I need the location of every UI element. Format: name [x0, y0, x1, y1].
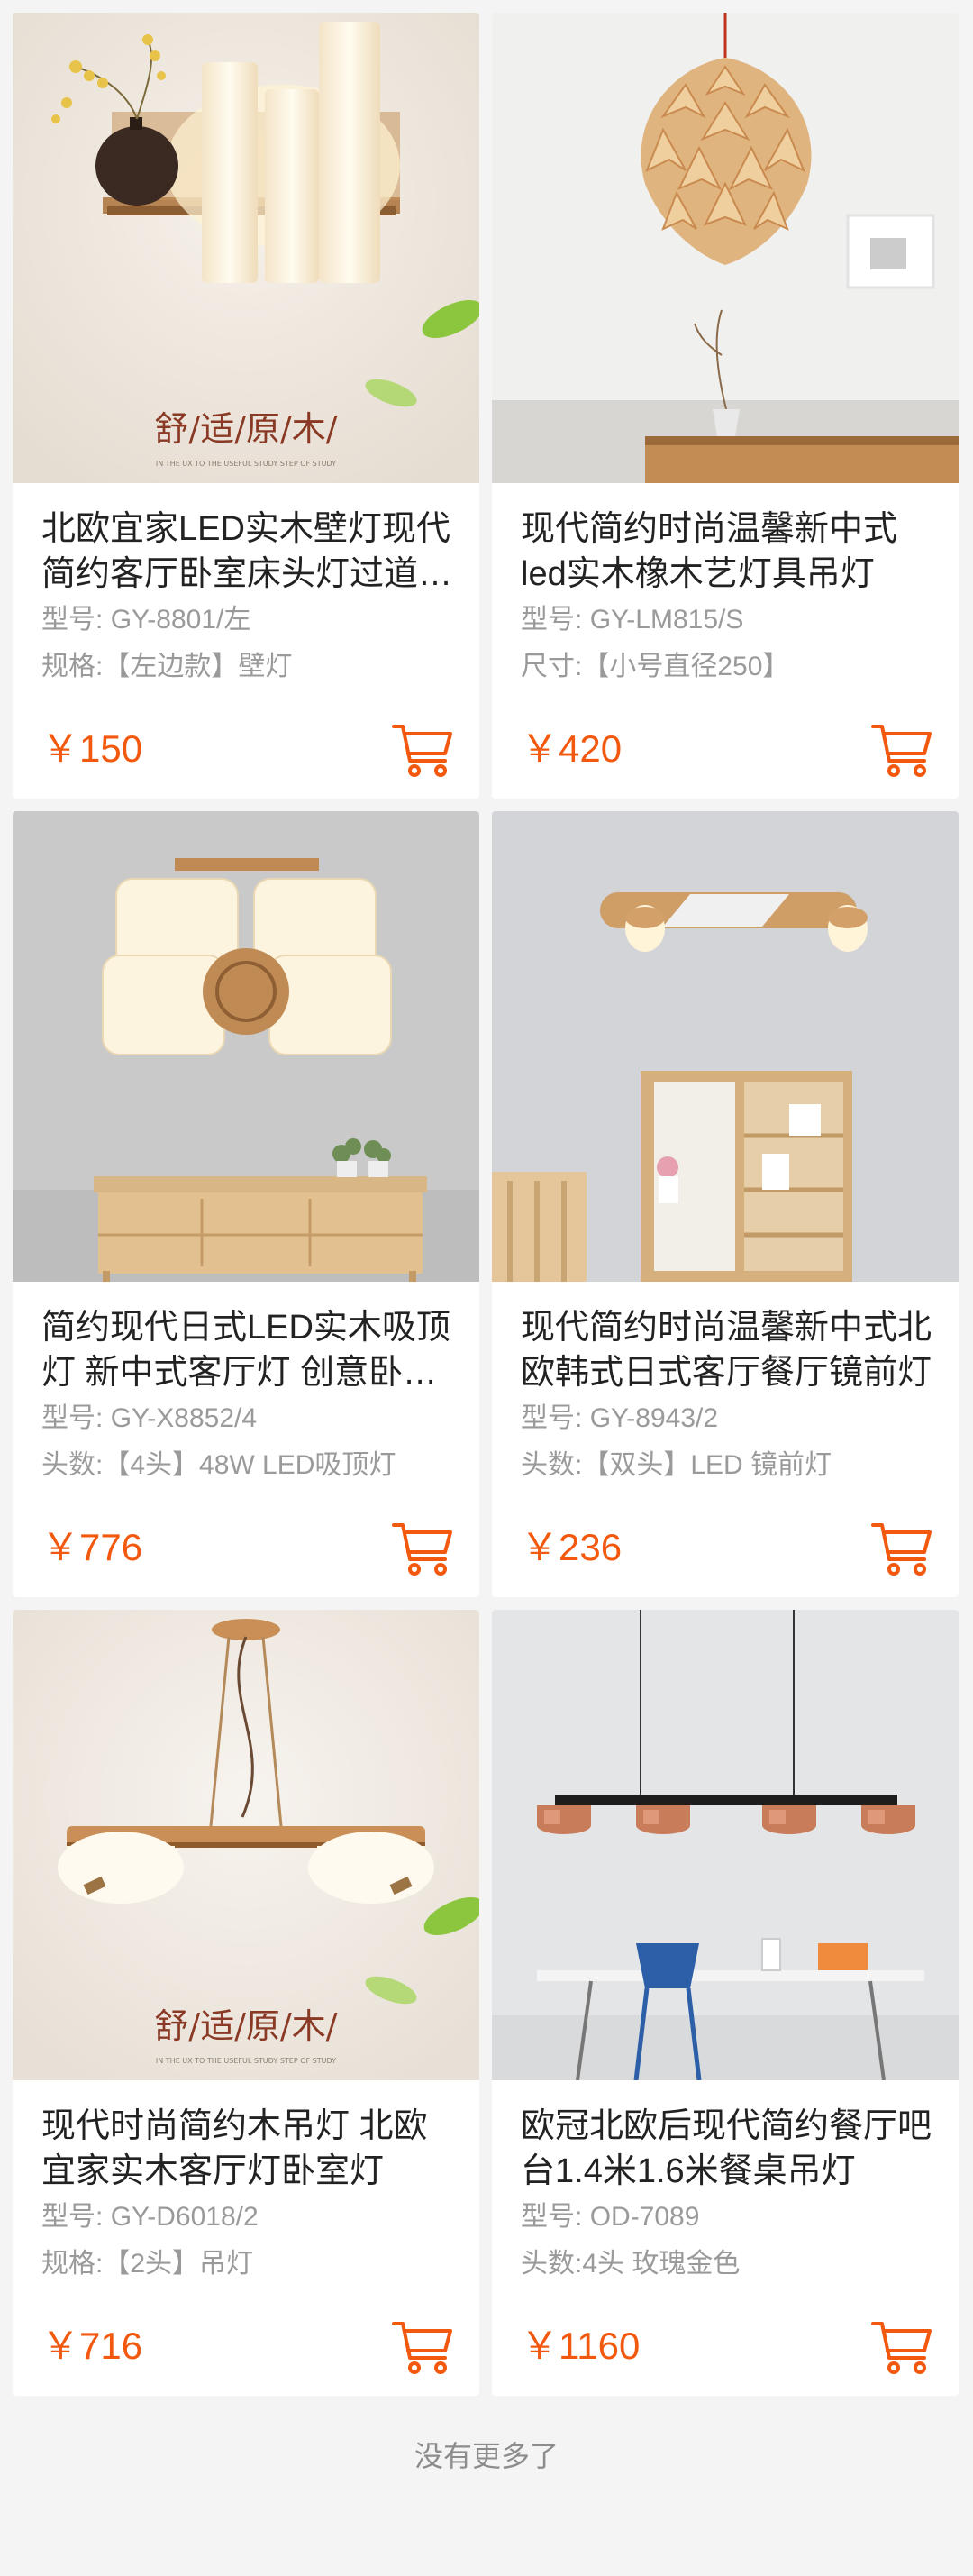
product-model: 型号: GY-D6018/2	[41, 2194, 454, 2241]
product-grid: 舒/适/原/木/ IN THE UX TO THE USEFUL STUDY S…	[13, 13, 959, 2396]
shopping-cart-icon[interactable]	[870, 721, 933, 779]
product-price: ￥1160	[521, 2325, 641, 2367]
product-model: 型号: OD-7089	[521, 2194, 933, 2241]
model-label: 型号:	[41, 2202, 104, 2232]
shopping-cart-icon[interactable]	[870, 1520, 933, 1577]
shopping-cart-icon[interactable]	[391, 721, 454, 779]
product-image[interactable]	[13, 811, 479, 1282]
product-title[interactable]: 现代时尚简约木吊灯 北欧宜家实木客厅灯卧室灯	[41, 2104, 454, 2194]
product-card[interactable]: 舒/适/原/木/ IN THE UX TO THE USEFUL STUDY S…	[13, 13, 479, 799]
product-title[interactable]: 北欧宜家LED实木壁灯现代简约客厅卧室床头灯过道楼梯灯	[41, 507, 454, 597]
spec-label: 头数:	[41, 1450, 104, 1480]
product-image[interactable]	[492, 13, 959, 483]
product-price: ￥236	[521, 1526, 623, 1568]
product-spec: 头数:【4头】48W LED吸顶灯	[41, 1442, 454, 1489]
spec-label: 尺寸:	[521, 652, 583, 681]
product-image[interactable]	[492, 1610, 959, 2080]
shopping-cart-icon[interactable]	[391, 2318, 454, 2376]
shopping-cart-icon[interactable]	[870, 2318, 933, 2376]
product-image[interactable]: 舒/适/原/木/ IN THE UX TO THE USEFUL STUDY S…	[13, 1610, 479, 2080]
model-value: GY-LM815/S	[589, 605, 744, 635]
no-more-footer: 没有更多了	[414, 2440, 559, 2472]
model-value: GY-8943/2	[589, 1403, 719, 1433]
product-price: ￥776	[41, 1526, 143, 1568]
product-spec: 尺寸:【小号直径250】	[521, 644, 933, 690]
spec-value: 【左边款】壁灯	[103, 652, 293, 681]
product-image[interactable]: 舒/适/原/木/ IN THE UX TO THE USEFUL STUDY S…	[13, 13, 479, 483]
product-card[interactable]: 现代简约时尚温馨新中式led实木橡木艺灯具吊灯 型号: GY-LM815/S 尺…	[492, 13, 959, 799]
model-label: 型号:	[521, 2202, 583, 2232]
model-value: GY-8801/左	[110, 605, 251, 635]
image-caption-subtext: IN THE UX TO THE USEFUL STUDY STEP OF ST…	[156, 460, 336, 468]
product-spec: 头数:4头 玫瑰金色	[521, 2241, 933, 2288]
product-spec: 规格:【2头】吊灯	[41, 2241, 454, 2288]
product-price: ￥716	[41, 2325, 143, 2367]
product-model: 型号: GY-LM815/S	[521, 597, 933, 644]
product-card[interactable]: 舒/适/原/木/ IN THE UX TO THE USEFUL STUDY S…	[13, 1610, 479, 2396]
spec-value: 【4头】48W LED吸顶灯	[103, 1450, 396, 1480]
product-card[interactable]: 简约现代日式LED实木吸顶灯 新中式客厅灯 创意卧室灯 型号: GY-X8852…	[13, 811, 479, 1597]
model-label: 型号:	[521, 605, 583, 635]
product-spec: 头数:【双头】LED 镜前灯	[521, 1442, 933, 1489]
product-price: ￥150	[41, 727, 143, 770]
spec-label: 规格:	[41, 652, 104, 681]
image-caption-subtext: IN THE UX TO THE USEFUL STUDY STEP OF ST…	[156, 2057, 336, 2065]
shopping-cart-icon[interactable]	[391, 1520, 454, 1577]
product-card[interactable]: 现代简约时尚温馨新中式北欧韩式日式客厅餐厅镜前灯 型号: GY-8943/2 头…	[492, 811, 959, 1597]
product-title[interactable]: 现代简约时尚温馨新中式北欧韩式日式客厅餐厅镜前灯	[521, 1305, 933, 1395]
spec-value: 玫瑰金色	[632, 2249, 741, 2279]
product-image[interactable]	[492, 811, 959, 1282]
product-spec: 规格:【左边款】壁灯	[41, 644, 454, 690]
product-model: 型号: GY-X8852/4	[41, 1395, 454, 1442]
product-price: ￥420	[521, 727, 623, 770]
image-caption-text: 舒/适/原/木/	[154, 2006, 337, 2046]
model-value: GY-D6018/2	[110, 2202, 259, 2232]
image-caption-text: 舒/适/原/木/	[154, 409, 337, 449]
product-title[interactable]: 欧冠北欧后现代简约餐厅吧台1.4米1.6米餐桌吊灯	[521, 2104, 933, 2194]
spec-value: 【双头】LED 镜前灯	[582, 1450, 832, 1480]
product-title[interactable]: 现代简约时尚温馨新中式led实木橡木艺灯具吊灯	[521, 507, 933, 597]
product-title[interactable]: 简约现代日式LED实木吸顶灯 新中式客厅灯 创意卧室灯	[41, 1305, 454, 1395]
model-label: 型号:	[41, 605, 104, 635]
model-value: GY-X8852/4	[110, 1403, 258, 1433]
spec-label: 头数:4头	[521, 2249, 625, 2279]
spec-label: 头数:	[521, 1450, 583, 1480]
spec-value: 【小号直径250】	[582, 652, 790, 681]
spec-label: 规格:	[41, 2249, 104, 2279]
product-model: 型号: GY-8943/2	[521, 1395, 933, 1442]
model-value: OD-7089	[589, 2202, 700, 2232]
model-label: 型号:	[41, 1403, 104, 1433]
spec-value: 【2头】吊灯	[103, 2249, 254, 2279]
product-card[interactable]: 欧冠北欧后现代简约餐厅吧台1.4米1.6米餐桌吊灯 型号: OD-7089 头数…	[492, 1610, 959, 2396]
model-label: 型号:	[521, 1403, 583, 1433]
product-model: 型号: GY-8801/左	[41, 597, 454, 644]
